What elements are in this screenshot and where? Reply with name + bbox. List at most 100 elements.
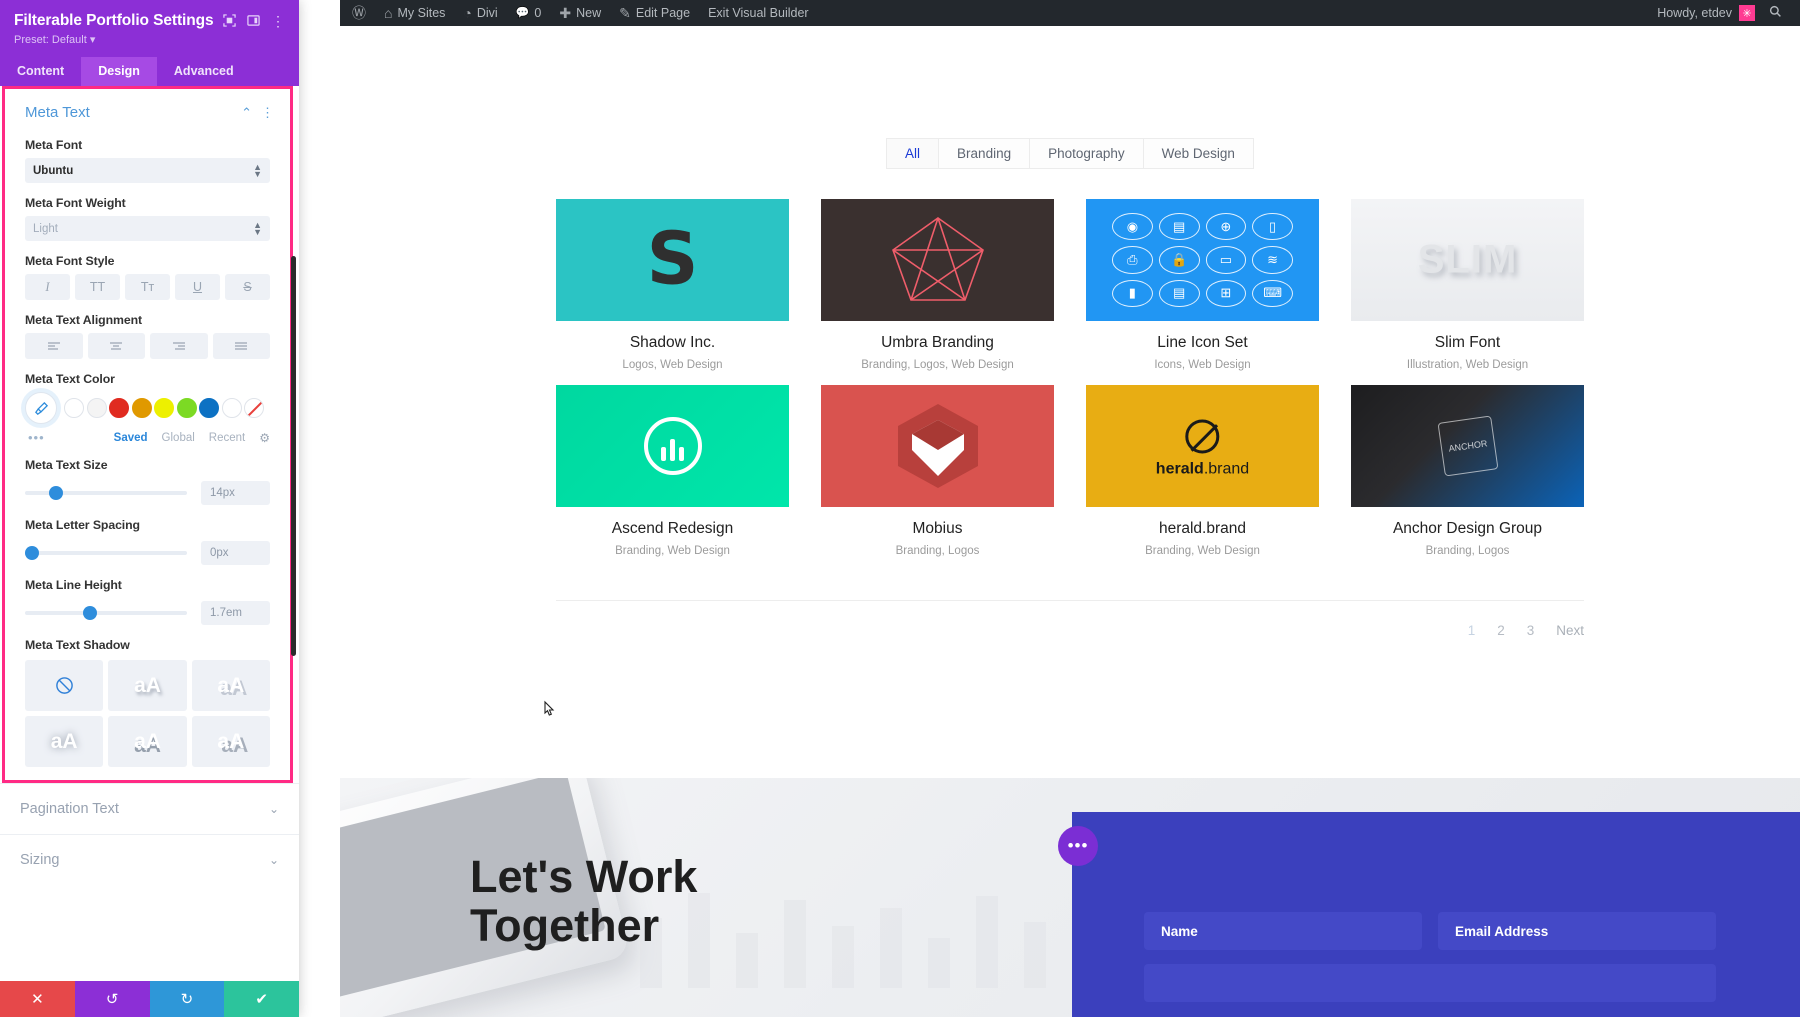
meta-font-weight-select[interactable]: Light ▲▼ xyxy=(25,216,270,241)
align-justify-button[interactable] xyxy=(213,333,271,359)
text-shadow-1-button[interactable]: aA xyxy=(108,660,186,711)
email-input[interactable]: Email Address xyxy=(1438,912,1716,950)
howdy-label[interactable]: Howdy, etdev xyxy=(1657,6,1732,20)
page-link-1[interactable]: 1 xyxy=(1468,623,1476,638)
portfolio-item[interactable]: Ascend Redesign Branding, Web Design xyxy=(556,385,789,557)
wp-logo-menu[interactable]: Ⓦ xyxy=(340,0,375,26)
slider-handle[interactable] xyxy=(83,606,97,620)
portfolio-thumbnail[interactable]: ANCHOR xyxy=(1351,385,1584,507)
redo-button[interactable]: ↻ xyxy=(150,981,225,1017)
swatch-green[interactable] xyxy=(177,398,197,418)
panel-preset-selector[interactable]: Preset: Default ▾ xyxy=(14,33,285,46)
tab-advanced[interactable]: Advanced xyxy=(157,57,251,86)
comments-menu[interactable]: 💬 0 xyxy=(507,0,551,26)
section-header[interactable]: Meta Text ⌃ ⋮ xyxy=(5,89,290,125)
align-right-button[interactable] xyxy=(150,333,208,359)
meta-line-height-slider[interactable] xyxy=(25,611,187,615)
meta-font-select[interactable]: Ubuntu ▲▼ xyxy=(25,158,270,183)
portfolio-title[interactable]: Shadow Inc. xyxy=(556,334,789,352)
filter-tab-web-design[interactable]: Web Design xyxy=(1143,138,1254,169)
name-input[interactable]: Name xyxy=(1144,912,1422,950)
portfolio-thumbnail[interactable]: ◉ ▤ ⊕ ▯ ⎙ 🔒 ▭ ≋ ▮ ▤ ⊞ ⌨ xyxy=(1086,199,1319,321)
portfolio-item[interactable]: ◉ ▤ ⊕ ▯ ⎙ 🔒 ▭ ≋ ▮ ▤ ⊞ ⌨ Line Icon Set xyxy=(1086,199,1319,371)
meta-letter-spacing-slider[interactable] xyxy=(25,551,187,555)
more-colors-icon[interactable]: ••• xyxy=(28,430,45,445)
swatch-blue[interactable] xyxy=(199,398,219,418)
italic-button[interactable]: I xyxy=(25,274,70,300)
responsive-preview-icon[interactable] xyxy=(223,14,236,27)
uppercase-button[interactable]: TT xyxy=(75,274,120,300)
portfolio-title[interactable]: Mobius xyxy=(821,520,1054,538)
filter-tab-photography[interactable]: Photography xyxy=(1029,138,1143,169)
chevron-up-icon[interactable]: ⌃ xyxy=(241,105,252,121)
meta-text-size-input[interactable]: 14px xyxy=(201,481,270,505)
my-sites-menu[interactable]: ⌂ My Sites xyxy=(375,0,454,26)
portfolio-item[interactable]: Umbra Branding Branding, Logos, Web Desi… xyxy=(821,199,1054,371)
align-center-button[interactable] xyxy=(88,333,146,359)
exit-visual-builder-link[interactable]: Exit Visual Builder xyxy=(699,0,818,26)
slider-handle[interactable] xyxy=(49,486,63,500)
filter-tab-all[interactable]: All xyxy=(886,138,938,169)
smallcaps-button[interactable]: Tᴛ xyxy=(125,274,170,300)
recent-colors-link[interactable]: Recent xyxy=(209,432,245,444)
portfolio-title[interactable]: Anchor Design Group xyxy=(1351,520,1584,538)
panel-scrollbar[interactable] xyxy=(291,256,296,656)
meta-text-size-slider[interactable] xyxy=(25,491,187,495)
portfolio-item[interactable]: ANCHOR Anchor Design Group Branding, Log… xyxy=(1351,385,1584,557)
portfolio-title[interactable]: Ascend Redesign xyxy=(556,520,789,538)
meta-line-height-input[interactable]: 1.7em xyxy=(201,601,270,625)
portfolio-title[interactable]: Umbra Branding xyxy=(821,334,1054,352)
portfolio-item[interactable]: SLIM Slim Font Illustration, Web Design xyxy=(1351,199,1584,371)
portfolio-thumbnail[interactable]: herald.brand xyxy=(1086,385,1319,507)
saved-colors-link[interactable]: Saved xyxy=(114,432,148,444)
search-icon[interactable] xyxy=(1755,5,1794,21)
portfolio-thumbnail[interactable] xyxy=(821,199,1054,321)
portfolio-thumbnail[interactable] xyxy=(821,385,1054,507)
more-options-icon[interactable]: ⋮ xyxy=(271,15,285,27)
align-left-button[interactable] xyxy=(25,333,83,359)
eyedropper-button[interactable] xyxy=(25,392,57,424)
gear-icon[interactable]: ⚙ xyxy=(259,431,270,445)
layout-toggle-icon[interactable] xyxy=(247,14,260,27)
section-pagination-text[interactable]: Pagination Text ⌄ xyxy=(0,783,299,834)
slider-handle[interactable] xyxy=(25,546,39,560)
text-shadow-5-button[interactable]: aA xyxy=(192,716,270,767)
portfolio-thumbnail[interactable] xyxy=(556,385,789,507)
module-settings-fab[interactable]: ••• xyxy=(1058,826,1098,866)
swatch-orange[interactable] xyxy=(132,398,152,418)
swatch-no-color[interactable] xyxy=(244,398,264,418)
page-link-2[interactable]: 2 xyxy=(1497,623,1505,638)
save-button[interactable]: ✔ xyxy=(224,981,299,1017)
avatar[interactable]: ✳ xyxy=(1739,5,1755,21)
tab-design[interactable]: Design xyxy=(81,57,157,86)
message-input[interactable] xyxy=(1144,964,1716,1002)
portfolio-thumbnail[interactable]: S xyxy=(556,199,789,321)
portfolio-item[interactable]: S Shadow Inc. Logos, Web Design xyxy=(556,199,789,371)
meta-letter-spacing-input[interactable]: 0px xyxy=(201,541,270,565)
text-shadow-3-button[interactable]: aA xyxy=(25,716,103,767)
portfolio-thumbnail[interactable]: SLIM xyxy=(1351,199,1584,321)
swatch-white[interactable] xyxy=(64,398,84,418)
filter-tab-branding[interactable]: Branding xyxy=(938,138,1029,169)
underline-button[interactable]: U xyxy=(175,274,220,300)
tab-content[interactable]: Content xyxy=(0,57,81,86)
portfolio-title[interactable]: Slim Font xyxy=(1351,334,1584,352)
portfolio-title[interactable]: herald.brand xyxy=(1086,520,1319,538)
global-colors-link[interactable]: Global xyxy=(162,432,195,444)
undo-button[interactable]: ↺ xyxy=(75,981,150,1017)
portfolio-item[interactable]: Mobius Branding, Logos xyxy=(821,385,1054,557)
section-menu-icon[interactable]: ⋮ xyxy=(261,105,274,121)
portfolio-item[interactable]: herald.brand herald.brand Branding, Web … xyxy=(1086,385,1319,557)
swatch-white-2[interactable] xyxy=(222,398,242,418)
page-link-3[interactable]: 3 xyxy=(1527,623,1535,638)
swatch-light-gray[interactable] xyxy=(87,398,107,418)
swatch-red[interactable] xyxy=(109,398,129,418)
text-shadow-4-button[interactable]: aA xyxy=(108,716,186,767)
page-link-next[interactable]: Next xyxy=(1556,623,1584,638)
text-shadow-2-button[interactable]: aA xyxy=(192,660,270,711)
discard-button[interactable]: ✕ xyxy=(0,981,75,1017)
edit-page-link[interactable]: ✎ Edit Page xyxy=(610,0,699,26)
new-content-menu[interactable]: ✚ New xyxy=(550,0,610,26)
divi-menu[interactable]: ◔ Divi xyxy=(454,0,506,26)
section-sizing[interactable]: Sizing ⌄ xyxy=(0,834,299,885)
